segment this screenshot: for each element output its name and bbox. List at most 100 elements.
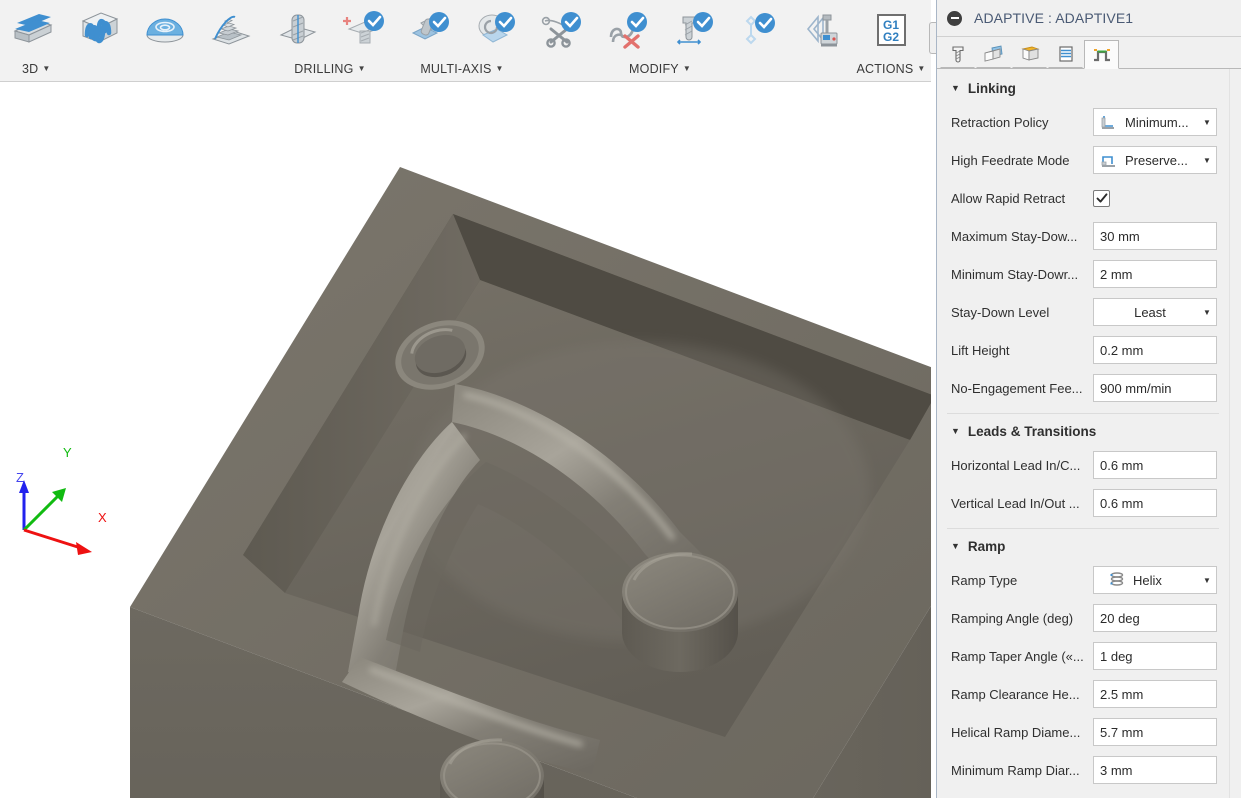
- toolbar-label-modify[interactable]: MODIFY ▼: [528, 56, 792, 81]
- horizontal-lead-in-out-radius-input[interactable]: 0.6 mm: [1093, 451, 1217, 479]
- vertical-lead-in-out-radius-input[interactable]: 0.6 mm: [1093, 489, 1217, 517]
- row-retraction-policy: Retraction Policy Minimum... ▼: [937, 103, 1229, 141]
- post-process-button[interactable]: G1 G2: [858, 2, 924, 56]
- triangle-down-icon: ▼: [951, 541, 960, 551]
- geometry-cube-icon: [984, 45, 1002, 62]
- chevron-down-icon: ▼: [917, 64, 926, 73]
- drill-button[interactable]: [264, 2, 330, 56]
- label-lift-height: Lift Height: [951, 342, 1010, 358]
- tab-heights[interactable]: [1012, 40, 1047, 68]
- triangle-down-icon: ▼: [951, 83, 960, 93]
- label-no-engagement-feedrate: No-Engagement Fee...: [951, 380, 1083, 396]
- no-engagement-feedrate-input[interactable]: 900 mm/min: [1093, 374, 1217, 402]
- collapse-icon[interactable]: [947, 10, 962, 26]
- delete-toolpath-icon: [609, 12, 647, 49]
- tool-change-button[interactable]: [660, 2, 726, 56]
- panel-resize-grip[interactable]: [929, 22, 936, 54]
- scallop-button[interactable]: [132, 2, 198, 56]
- stay-down-level-select[interactable]: Least ▼: [1093, 298, 1217, 326]
- high-feedrate-mode-value: Preserve...: [1125, 152, 1188, 168]
- retraction-policy-combo[interactable]: Minimum... ▼: [1093, 108, 1217, 136]
- panel-settings-body: ▼ Linking Retraction Policy Minimum... ▼…: [937, 69, 1241, 798]
- page-title: ADAPTIVE : ADAPTIVE1: [974, 10, 1134, 26]
- svg-text:G2: G2: [883, 30, 899, 44]
- minimum-ramp-diameter-input[interactable]: 3 mm: [1093, 756, 1217, 784]
- axis-label-z: Z: [16, 470, 24, 485]
- toolbar-label-multi-axis[interactable]: MULTI-AXIS ▼: [396, 56, 528, 81]
- ramp-clearance-height-input[interactable]: 2.5 mm: [1093, 680, 1217, 708]
- section-divider: [947, 413, 1219, 414]
- lift-height-input[interactable]: 0.2 mm: [1093, 336, 1217, 364]
- adaptive-clearing-button[interactable]: [0, 2, 66, 56]
- endmill-tool-icon: [951, 46, 964, 63]
- boss-right: [622, 552, 738, 672]
- label-helical-ramp-diameter: Helical Ramp Diame...: [951, 724, 1081, 740]
- helical-ramp-diameter-input[interactable]: 5.7 mm: [1093, 718, 1217, 746]
- triangle-down-icon: ▼: [951, 426, 960, 436]
- tab-linking[interactable]: [1084, 40, 1119, 69]
- toolbar-group-drilling: DRILLING ▼: [264, 0, 396, 81]
- panel-scrollbar[interactable]: [1229, 69, 1241, 798]
- stay-down-level-value: Least: [1134, 304, 1166, 320]
- label-ramp-taper-angle: Ramp Taper Angle («...: [951, 648, 1084, 664]
- high-feedrate-mode-combo[interactable]: Preserve... ▼: [1093, 146, 1217, 174]
- chevron-down-icon: ▼: [495, 64, 504, 73]
- tab-geometry[interactable]: [976, 40, 1011, 68]
- manual-nc-button[interactable]: [726, 2, 792, 56]
- simulate-icon: [806, 14, 838, 47]
- section-header-linking[interactable]: ▼ Linking: [937, 73, 1229, 103]
- allow-rapid-retract-checkbox[interactable]: [1093, 189, 1110, 207]
- row-minimum-stay-down-distance: Minimum Stay-Dowr... 2 mm: [937, 255, 1229, 293]
- scissors-icon: [541, 12, 581, 48]
- multi-axis-contour-button[interactable]: [462, 2, 528, 56]
- row-allow-rapid-retract: Allow Rapid Retract: [937, 179, 1229, 217]
- minimum-stay-down-distance-input[interactable]: 2 mm: [1093, 260, 1217, 288]
- cam-3d-viewport[interactable]: Z Y X: [0, 82, 931, 798]
- g1-g2-icon: G1 G2: [877, 14, 906, 46]
- ramp-type-combo[interactable]: Helix ▼: [1093, 566, 1217, 594]
- retraction-policy-value: Minimum...: [1125, 114, 1189, 130]
- label-ramping-angle: Ramping Angle (deg): [951, 610, 1074, 626]
- stock-model[interactable]: [0, 82, 931, 798]
- label-horizontal-lead-in-out-radius: Horizontal Lead In/C...: [951, 457, 1081, 473]
- panel-title-bar: ADAPTIVE : ADAPTIVE1: [937, 0, 1241, 37]
- label-minimum-ramp-diameter: Minimum Ramp Diar...: [951, 762, 1080, 778]
- high-feedrate-icon: [1100, 151, 1120, 169]
- label-stay-down-level: Stay-Down Level: [951, 304, 1050, 320]
- label-vertical-lead-in-out-radius: Vertical Lead In/Out ...: [951, 495, 1080, 511]
- tab-passes[interactable]: [1048, 40, 1083, 68]
- delete-toolpath-button[interactable]: [594, 2, 660, 56]
- drill-icon: [279, 14, 317, 44]
- toolbar-label-drilling[interactable]: DRILLING ▼: [264, 56, 396, 81]
- label-maximum-stay-down-distance: Maximum Stay-Dow...: [951, 228, 1078, 244]
- axis-triad: [19, 480, 92, 555]
- row-ramping-angle: Ramping Angle (deg) 20 deg: [937, 599, 1229, 637]
- toolbar-group-3d: 3D ▼: [0, 0, 264, 81]
- row-ramp-taper-angle: Ramp Taper Angle («... 1 deg: [937, 637, 1229, 675]
- adaptive-clearing-icon: [13, 14, 53, 43]
- trim-toolpath-button[interactable]: [528, 2, 594, 56]
- row-no-engagement-feedrate: No-Engagement Fee... 900 mm/min: [937, 369, 1229, 407]
- helix-icon: [1108, 571, 1128, 589]
- ramp-taper-angle-input[interactable]: 1 deg: [1093, 642, 1217, 670]
- swarf-button[interactable]: [396, 2, 462, 56]
- manual-nc-icon: [745, 13, 775, 45]
- parallel-button[interactable]: [66, 2, 132, 56]
- label-retraction-policy: Retraction Policy: [951, 114, 1049, 130]
- chevron-down-icon: ▼: [1203, 155, 1211, 165]
- bore-new-button[interactable]: [330, 2, 396, 56]
- row-stay-down-level: Stay-Down Level Least ▼: [937, 293, 1229, 331]
- parallel-icon: [81, 12, 119, 44]
- label-ramp-clearance-height: Ramp Clearance He...: [951, 686, 1080, 702]
- toolbar-label-3d[interactable]: 3D ▼: [0, 56, 264, 81]
- multi-axis-contour-icon: [478, 12, 515, 43]
- section-header-ramp[interactable]: ▼ Ramp: [937, 531, 1229, 561]
- simulate-button[interactable]: [792, 2, 858, 56]
- section-header-leads-and-transitions[interactable]: ▼ Leads & Transitions: [937, 416, 1229, 446]
- tab-tool[interactable]: [940, 40, 975, 68]
- linking-step-icon: [1093, 48, 1110, 61]
- ramping-angle-input[interactable]: 20 deg: [1093, 604, 1217, 632]
- axis-label-y: Y: [63, 445, 72, 460]
- maximum-stay-down-distance-input[interactable]: 30 mm: [1093, 222, 1217, 250]
- contour-button[interactable]: [198, 2, 264, 56]
